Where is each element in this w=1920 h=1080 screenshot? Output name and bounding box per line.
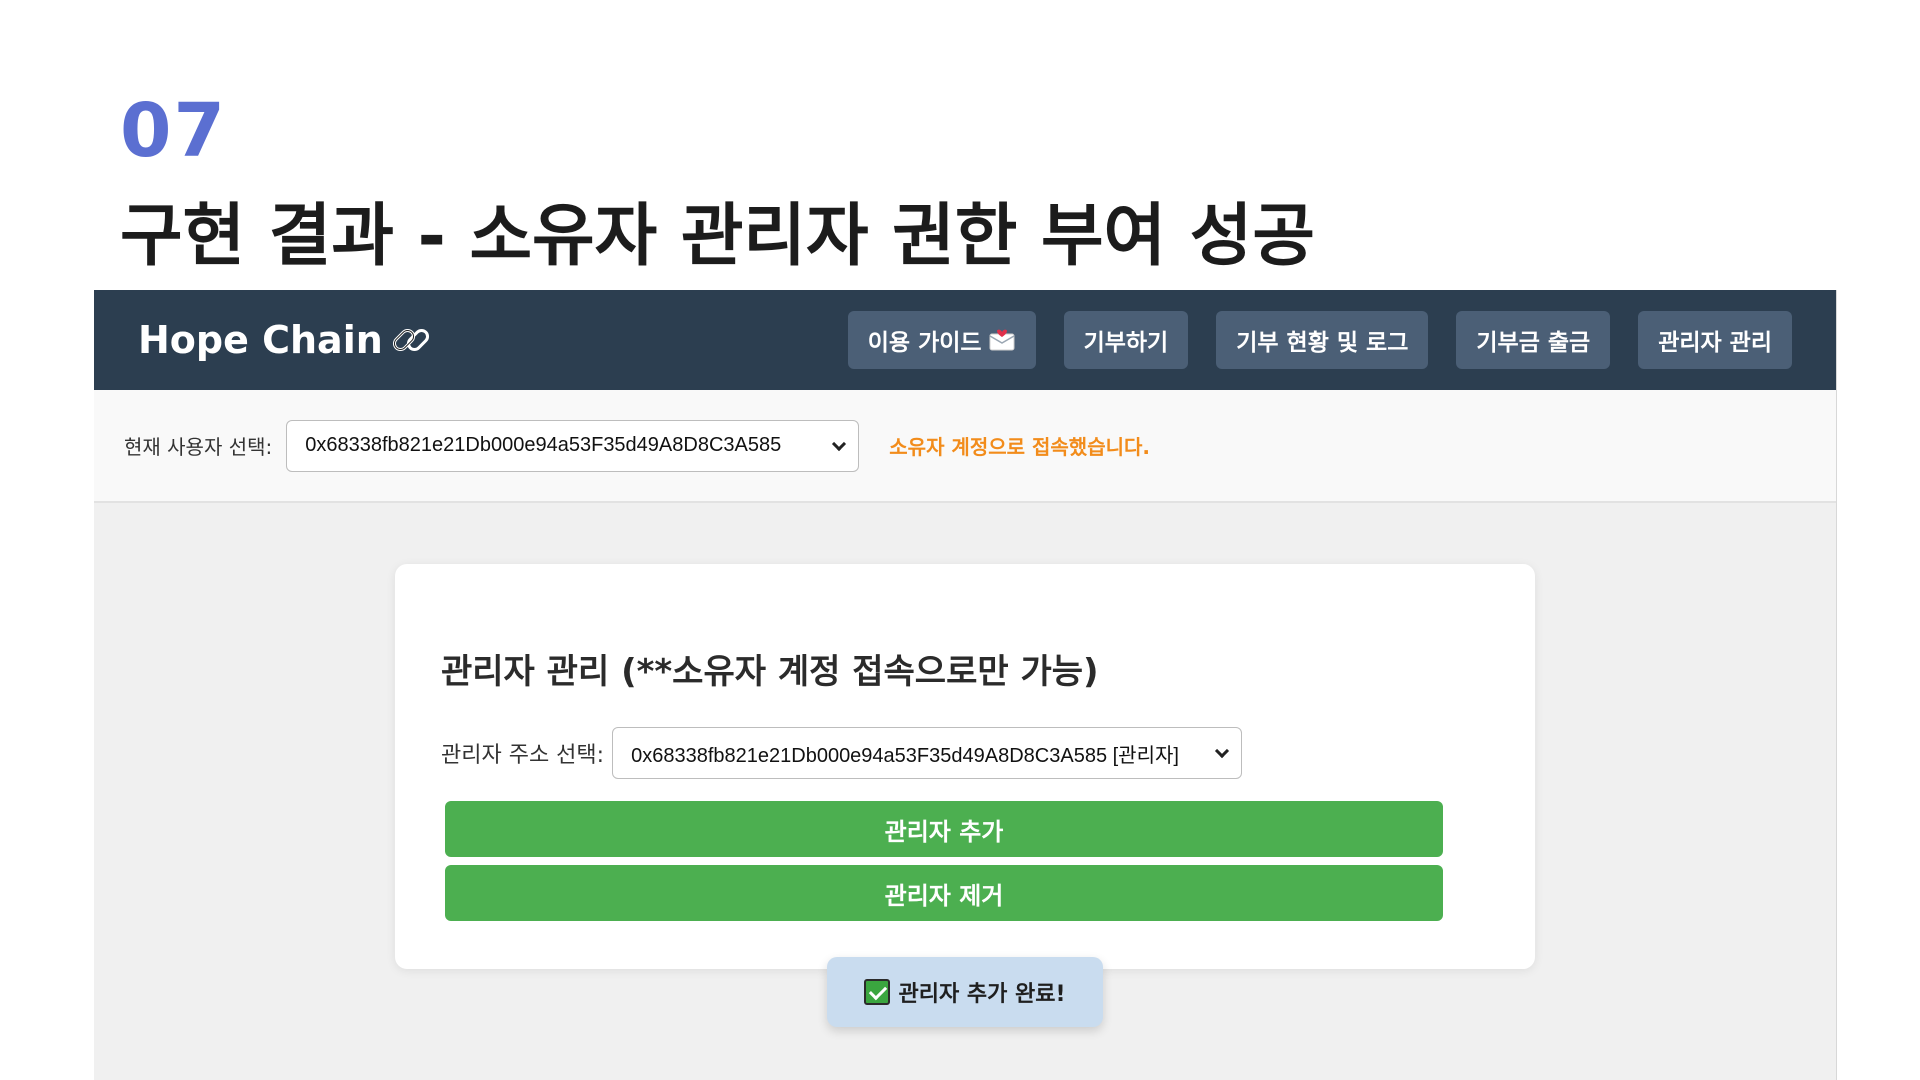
nav-status-log-button[interactable]: 기부 현황 및 로그 (1216, 311, 1429, 369)
navbar: Hope Chain 이용 가이드 기부하기 기부 현황 및 로그 기부금 출금… (94, 290, 1836, 390)
admin-address-value: 0x68338fb821e21Db000e94a53F35d49A8D8C3A5… (631, 744, 1179, 767)
nav-guide-button[interactable]: 이용 가이드 (847, 311, 1036, 369)
envelope-icon (989, 329, 1015, 351)
user-selection-bar: 현재 사용자 선택: 0x68338fb821e21Db000e94a53F35… (94, 390, 1836, 503)
nav-withdraw-button[interactable]: 기부금 출금 (1456, 311, 1611, 369)
nav-withdraw-label: 기부금 출금 (1476, 330, 1591, 356)
admin-address-row: 관리자 주소 선택: 0x68338fb821e21Db000e94a53F35… (441, 727, 1489, 779)
admin-address-select[interactable]: 0x68338fb821e21Db000e94a53F35d49A8D8C3A5… (612, 727, 1243, 779)
nav-status-log-label: 기부 현황 및 로그 (1236, 330, 1409, 356)
admin-address-label: 관리자 주소 선택: (441, 743, 605, 768)
toast-message: 관리자 추가 완료! (898, 982, 1066, 1007)
nav-guide-label: 이용 가이드 (867, 330, 982, 356)
slide: 07 구현 결과 - 소유자 관리자 권한 부여 성공 Hope Chain 이 (0, 0, 1920, 1080)
nav-admin-button[interactable]: 관리자 관리 (1638, 311, 1792, 369)
admin-management-card: 관리자 관리 (**소유자 계정 접속으로만 가능) 관리자 주소 선택: 0x… (395, 564, 1535, 969)
slide-title: 구현 결과 - 소유자 관리자 권한 부여 성공 (120, 197, 1315, 276)
nav-buttons: 이용 가이드 기부하기 기부 현황 및 로그 기부금 출금 관리자 관리 (847, 311, 1792, 369)
chevron-down-icon (832, 436, 847, 451)
add-admin-button[interactable]: 관리자 추가 (445, 801, 1443, 857)
chevron-down-icon (1215, 743, 1230, 759)
nav-donate-label: 기부하기 (1083, 330, 1169, 356)
brand-name: Hope Chain (138, 318, 383, 362)
slide-number: 07 (120, 88, 227, 174)
app-window: Hope Chain 이용 가이드 기부하기 기부 현황 및 로그 기부금 출금… (94, 290, 1837, 1080)
brand-logo[interactable]: Hope Chain (138, 318, 433, 362)
check-mark-icon (864, 979, 891, 1005)
nav-admin-label: 관리자 관리 (1658, 330, 1772, 356)
admin-card-title: 관리자 관리 (**소유자 계정 접속으로만 가능) (441, 652, 1099, 692)
remove-admin-button[interactable]: 관리자 제거 (445, 865, 1443, 921)
nav-donate-button[interactable]: 기부하기 (1063, 311, 1189, 369)
connection-status: 소유자 계정으로 접속했습니다. (889, 435, 1150, 459)
current-user-label: 현재 사용자 선택: (124, 435, 273, 459)
current-user-select[interactable]: 0x68338fb821e21Db000e94a53F35d49A8D8C3A5… (286, 419, 860, 472)
chain-link-icon (392, 328, 429, 352)
success-toast: 관리자 추가 완료! (827, 957, 1103, 1027)
current-user-value: 0x68338fb821e21Db000e94a53F35d49A8D8C3A5… (305, 434, 782, 456)
